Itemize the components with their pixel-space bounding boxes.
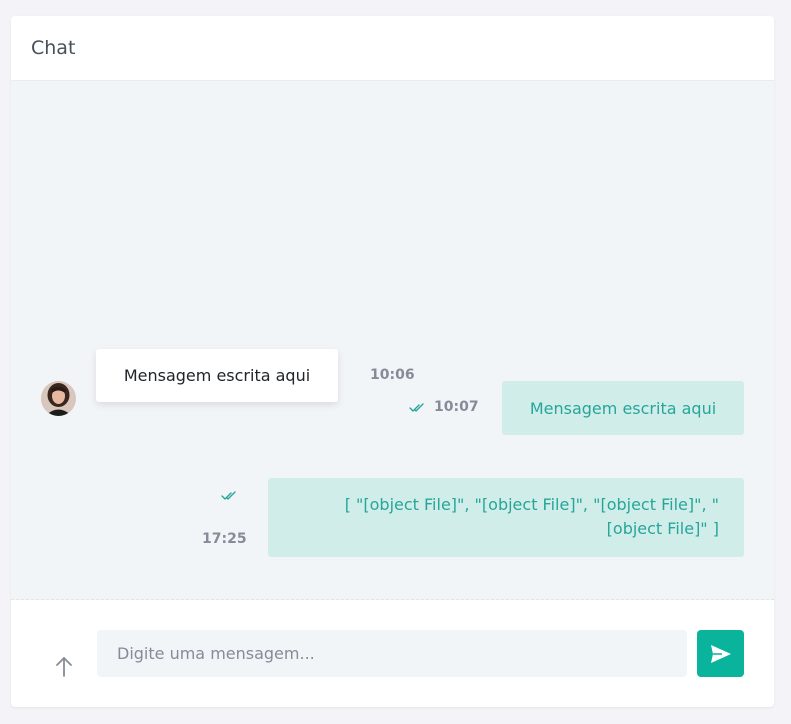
message-time: 10:06 [370,367,415,383]
chat-card: Chat Mensagem escrita aqui 10:06 10:07 M… [11,16,774,707]
double-check-icon [221,491,237,501]
send-button[interactable] [697,630,744,677]
conversation-list[interactable]: Mensagem escrita aqui 10:06 10:07 Mensag… [11,81,774,600]
outgoing-message-bubble: Mensagem escrita aqui [502,381,744,435]
message-composer [11,600,774,707]
outgoing-message-bubble: [ "[object File]", "[object File]", "[ob… [268,478,744,557]
arrow-up-icon [56,657,72,677]
chat-title: Chat [31,37,76,59]
message-time: 10:07 [434,399,479,415]
message-input[interactable] [97,630,687,677]
incoming-message-bubble: Mensagem escrita aqui [96,349,338,402]
contact-avatar [41,381,76,416]
chat-header: Chat [11,16,774,81]
message-time: 17:25 [202,531,247,547]
attach-file-button[interactable] [49,652,79,682]
double-check-icon [409,403,425,413]
send-icon [710,644,731,663]
